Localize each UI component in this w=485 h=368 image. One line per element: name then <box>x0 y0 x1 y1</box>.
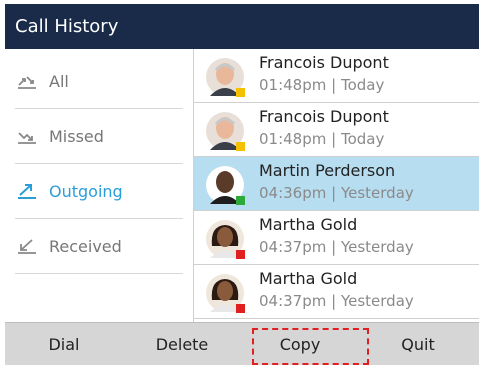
contact-name: Martin Perderson <box>259 161 396 180</box>
contact-name: Martha Gold <box>259 215 358 234</box>
call-time: 01:48pm | Today <box>259 130 385 148</box>
contact-name: Francois Dupont <box>259 107 389 126</box>
presence-status-icon <box>236 250 245 259</box>
call-time: 01:48pm | Today <box>259 76 385 94</box>
delete-button[interactable]: Delete <box>123 323 241 365</box>
contact-name: Martha Gold <box>259 269 358 288</box>
call-row[interactable]: Francois Dupont 01:48pm | Today <box>194 49 479 103</box>
call-row[interactable]: Martha Gold 04:37pm | Yesterday <box>194 211 479 265</box>
filter-missed[interactable]: Missed <box>15 109 183 164</box>
presence-status-icon <box>236 304 245 313</box>
all-calls-icon <box>15 71 39 91</box>
call-time: 04:36pm | Yesterday <box>259 184 414 202</box>
filter-all[interactable]: All <box>15 54 183 109</box>
call-time: 04:37pm | Yesterday <box>259 238 414 256</box>
received-call-icon <box>15 236 39 256</box>
call-list: Francois Dupont 01:48pm | Today Francois… <box>194 49 479 322</box>
contact-name: Francois Dupont <box>259 53 389 72</box>
filter-received[interactable]: Received <box>15 219 183 274</box>
filter-outgoing[interactable]: Outgoing <box>15 164 183 219</box>
call-time: 04:37pm | Yesterday <box>259 292 414 310</box>
call-row[interactable]: Francois Dupont 01:48pm | Today <box>194 103 479 157</box>
presence-status-icon <box>236 196 245 205</box>
title-bar: Call History <box>5 4 479 49</box>
presence-status-icon <box>236 142 245 151</box>
filter-label: All <box>49 71 69 91</box>
missed-call-icon <box>15 126 39 146</box>
presence-status-icon <box>236 88 245 97</box>
call-row[interactable]: Martha Gold 04:37pm | Yesterday <box>194 265 479 319</box>
dial-button[interactable]: Dial <box>5 323 123 365</box>
filter-label: Outgoing <box>49 181 123 201</box>
page-title: Call History <box>15 16 119 37</box>
outgoing-call-icon <box>15 181 39 201</box>
phone-screen: Call History All Missed Outgoing Receive… <box>5 4 479 365</box>
copy-button-highlight <box>252 328 369 365</box>
filter-sidebar: All Missed Outgoing Received <box>5 49 194 322</box>
filter-label: Missed <box>49 126 104 146</box>
call-row-selected[interactable]: Martin Perderson 04:36pm | Yesterday <box>194 157 479 211</box>
filter-label: Received <box>49 236 122 256</box>
softkey-bar: Dial Delete Copy Quit <box>5 322 479 365</box>
quit-button[interactable]: Quit <box>359 323 477 365</box>
